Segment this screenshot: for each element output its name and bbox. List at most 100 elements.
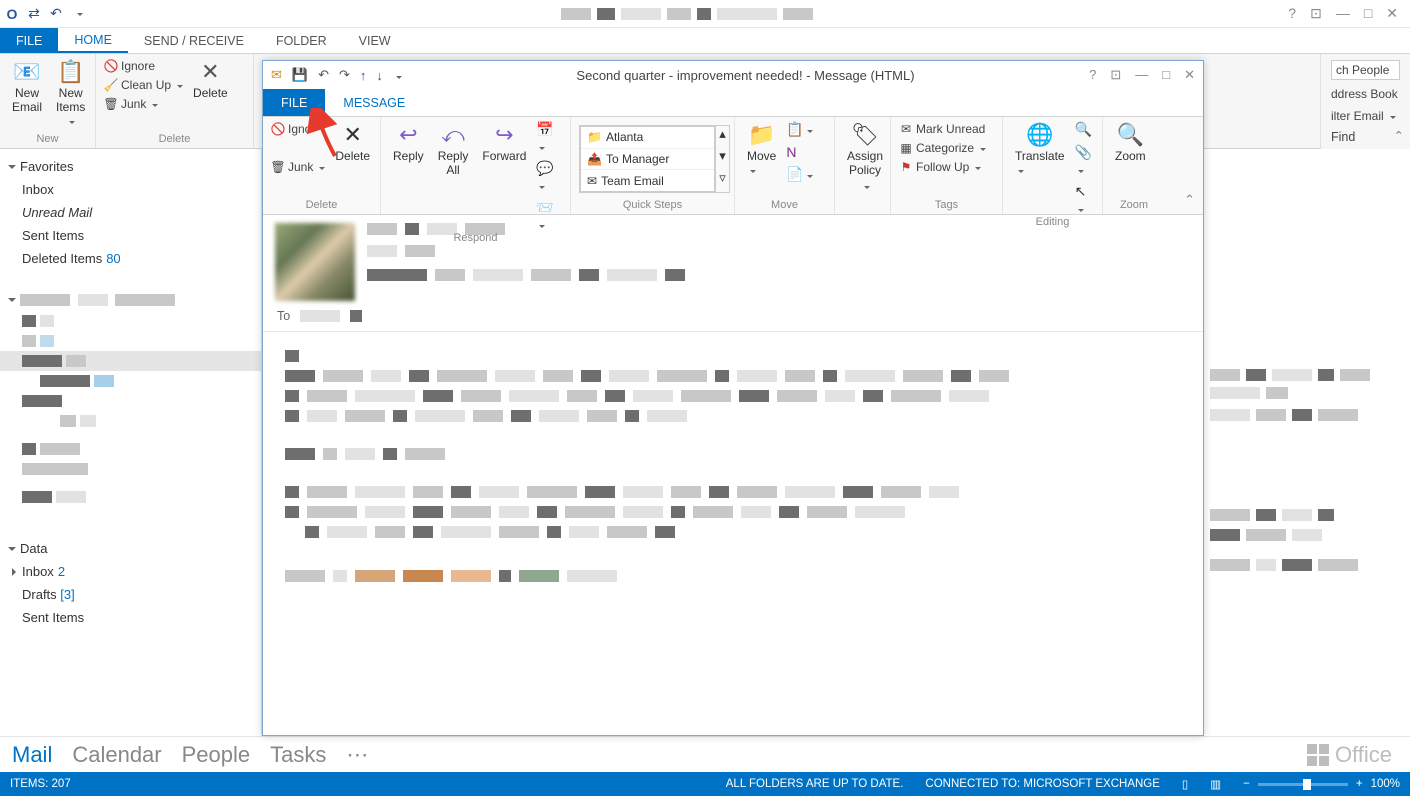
nav-calendar[interactable]: Calendar	[72, 742, 161, 768]
nav-tasks[interactable]: Tasks	[270, 742, 326, 768]
sidebar-item-deleted[interactable]: Deleted Items80	[0, 247, 261, 270]
favorites-header[interactable]: Favorites	[0, 155, 261, 178]
quick-access-toolbar: O ⇄ ↶	[4, 6, 86, 22]
message-ribbon: 🚫Igno 🗑Junk ✕Delete Delete ↩Reply ⤺Reply…	[263, 117, 1203, 215]
assign-policy-button[interactable]: 🏷Assign Policy	[843, 121, 887, 195]
policy-icon: 🏷	[853, 123, 877, 147]
new-email-button[interactable]: 📧New Email	[8, 58, 46, 116]
msg-ribbon-display-icon[interactable]: ⊡	[1110, 67, 1121, 83]
sidebar-data-drafts[interactable]: Drafts [3]	[0, 583, 261, 606]
send-receive-icon[interactable]: ⇄	[26, 6, 42, 22]
msg-delete-button[interactable]: ✕Delete	[331, 121, 374, 165]
help-icon[interactable]: ?	[1288, 5, 1296, 22]
quick-steps-gallery[interactable]: 📁Atlanta 📤To Manager ✉Team Email	[580, 126, 715, 192]
close-icon[interactable]: ✕	[1386, 5, 1398, 22]
title-redacted	[561, 8, 813, 20]
msg-collapse-ribbon[interactable]: ⌃	[1184, 192, 1195, 208]
maximize-icon[interactable]: □	[1364, 5, 1372, 22]
view-reading-icon[interactable]: ▥	[1210, 777, 1221, 791]
sidebar-data-inbox[interactable]: Inbox2	[0, 560, 261, 583]
window-controls: ? ⊡ — □ ✕	[1288, 5, 1406, 22]
tab-folder[interactable]: FOLDER	[260, 28, 343, 53]
nav-more[interactable]: ⋯	[346, 742, 368, 768]
msg-tab-file[interactable]: FILE	[263, 89, 325, 116]
rules-icon[interactable]: 📋	[786, 121, 812, 138]
msg-tab-message[interactable]: MESSAGE	[325, 89, 423, 116]
qat-customize[interactable]	[70, 6, 86, 22]
zoom-icon: 🔍	[1118, 123, 1142, 147]
mark-unread-button[interactable]: ✉Mark Unread	[899, 121, 986, 137]
ribbon-display-icon[interactable]: ⊡	[1310, 5, 1322, 22]
msg-maximize-icon[interactable]: □	[1162, 67, 1170, 83]
outlook-icon: O	[4, 6, 20, 22]
actions-icon[interactable]: 📄	[786, 166, 812, 183]
zoom-button[interactable]: 🔍Zoom	[1111, 121, 1150, 165]
undo-icon[interactable]: ↶	[48, 6, 64, 22]
next-icon[interactable]: ↓	[376, 68, 383, 83]
redo-icon[interactable]: ↷	[339, 67, 350, 83]
view-normal-icon[interactable]: ▯	[1182, 777, 1188, 791]
sidebar-data-sent[interactable]: Sent Items	[0, 606, 261, 629]
folder-icon: 📁	[587, 130, 602, 144]
filter-email-button[interactable]: ilter Email	[1331, 108, 1400, 124]
move-button[interactable]: 📁Move	[743, 121, 780, 179]
junk-icon: 🗑	[271, 160, 285, 174]
im-icon[interactable]: 💬	[536, 160, 562, 193]
forward-icon: ↪	[492, 123, 516, 147]
minimize-icon[interactable]: —	[1336, 5, 1350, 22]
junk-button[interactable]: 🗑Junk	[104, 96, 183, 112]
tab-send-receive[interactable]: SEND / RECEIVE	[128, 28, 260, 53]
nav-mail[interactable]: Mail	[12, 742, 52, 768]
account-header[interactable]	[0, 288, 261, 311]
followup-button[interactable]: ⚑Follow Up	[899, 159, 986, 175]
collapse-ribbon-icon[interactable]: ⌃	[1394, 128, 1404, 143]
msg-ignore-button[interactable]: 🚫Igno	[271, 121, 325, 137]
message-tabs: FILE MESSAGE	[263, 89, 1203, 117]
qat-customize-msg[interactable]	[393, 68, 402, 83]
cleanup-button[interactable]: 🧹Clean Up	[104, 77, 183, 93]
more-respond-icon[interactable]: 📨	[536, 199, 562, 232]
msg-junk-button[interactable]: 🗑Junk	[271, 159, 325, 175]
tab-home[interactable]: HOME	[58, 28, 128, 53]
zoom-in-icon[interactable]: +	[1356, 778, 1363, 790]
new-items-button[interactable]: 📋New Items	[52, 58, 89, 130]
sidebar-item-unread[interactable]: Unread Mail	[0, 201, 261, 224]
msg-close-icon[interactable]: ✕	[1184, 67, 1195, 83]
unread-icon: ✉	[899, 122, 913, 136]
search-people-input[interactable]: ch People	[1331, 60, 1400, 80]
translate-icon: 🌐	[1028, 123, 1052, 147]
nav-people[interactable]: People	[182, 742, 251, 768]
find-icon[interactable]: 🔍	[1075, 121, 1094, 138]
reply-all-button[interactable]: ⤺Reply All	[434, 121, 473, 179]
msg-group-respond: Respond	[389, 232, 562, 247]
main-ribbon-tabs: FILE HOME SEND / RECEIVE FOLDER VIEW	[0, 28, 1410, 54]
sidebar-item-inbox[interactable]: Inbox	[0, 178, 261, 201]
zoom-out-icon[interactable]: −	[1243, 778, 1250, 790]
reply-button[interactable]: ↩Reply	[389, 121, 428, 165]
zoom-slider[interactable]	[1258, 783, 1348, 786]
data-header[interactable]: Data	[0, 537, 261, 560]
prev-icon[interactable]: ↑	[360, 68, 367, 83]
categorize-button[interactable]: ▦Categorize	[899, 140, 986, 156]
tab-view[interactable]: VIEW	[343, 28, 407, 53]
save-icon[interactable]: 💾	[292, 67, 308, 83]
folder-pane: Favorites Inbox Unread Mail Sent Items D…	[0, 149, 262, 736]
related-icon[interactable]: 📎	[1075, 144, 1094, 177]
forward-button[interactable]: ↪Forward	[478, 121, 530, 165]
translate-button[interactable]: 🌐Translate	[1011, 121, 1069, 179]
onenote-icon[interactable]: N	[786, 144, 812, 160]
undo-icon[interactable]: ↶	[318, 67, 329, 83]
cleanup-icon: 🧹	[104, 78, 118, 92]
msg-help-icon[interactable]: ?	[1089, 67, 1096, 83]
meeting-icon[interactable]: 📅	[536, 121, 562, 154]
ignore-button[interactable]: 🚫Ignore	[104, 58, 183, 74]
zoom-controls[interactable]: − + 100%	[1243, 778, 1400, 790]
msg-minimize-icon[interactable]: —	[1135, 67, 1148, 83]
tab-file[interactable]: FILE	[0, 28, 58, 53]
delete-button[interactable]: ✕Delete	[189, 58, 232, 102]
junk-icon: 🗑	[104, 97, 118, 111]
select-icon[interactable]: ↖	[1075, 183, 1094, 216]
sidebar-item-sent[interactable]: Sent Items	[0, 224, 261, 247]
address-book-button[interactable]: ddress Book	[1331, 86, 1400, 102]
group-label-delete: Delete	[104, 133, 245, 148]
